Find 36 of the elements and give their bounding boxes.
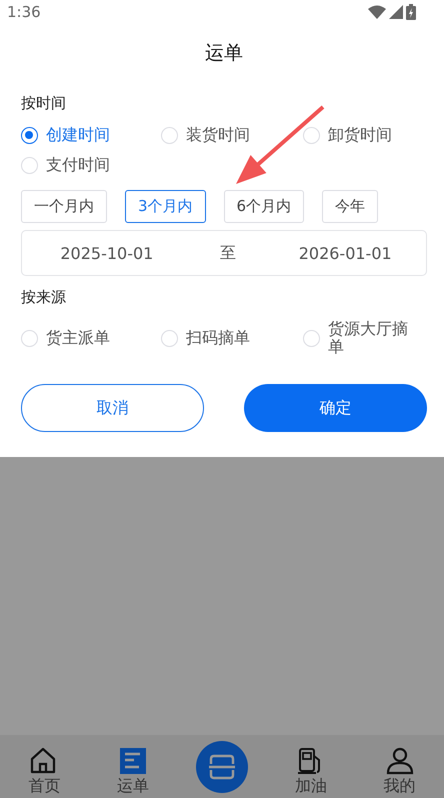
cancel-button[interactable]: 取消 xyxy=(21,384,204,432)
signal-icon xyxy=(389,5,403,19)
date-separator: 至 xyxy=(220,242,236,264)
section-label: 按时间 xyxy=(21,93,67,114)
radio-label[interactable]: 卸货时间 xyxy=(328,126,392,144)
radio-label[interactable]: 货源大厅摘单 xyxy=(328,320,413,356)
user-icon xyxy=(384,746,415,776)
range-chip[interactable]: 6个月内 xyxy=(224,190,304,223)
section-label: 按来源 xyxy=(21,287,67,308)
wifi-icon xyxy=(368,5,386,19)
radio-label[interactable]: 货主派单 xyxy=(46,329,110,347)
tab-label: 运单 xyxy=(117,776,150,796)
radio-label[interactable]: 扫码摘单 xyxy=(186,329,250,347)
tab-item[interactable]: 首页 xyxy=(28,735,60,798)
range-chip[interactable]: 3个月内 xyxy=(125,190,206,223)
range-chip[interactable]: 一个月内 xyxy=(21,190,107,223)
confirm-button[interactable]: 确定 xyxy=(244,384,427,432)
battery-icon xyxy=(406,4,416,20)
scan-icon xyxy=(208,753,236,781)
radio-button[interactable] xyxy=(21,126,38,144)
tab-item[interactable]: 运单 xyxy=(117,735,150,798)
tab-label: 加油 xyxy=(294,776,327,796)
document-icon xyxy=(118,746,148,776)
sheet-title: 运单 xyxy=(204,41,244,66)
date-range-field[interactable]: 2025-10-01 至 2026-01-01 xyxy=(21,230,427,276)
range-chip[interactable]: 今年 xyxy=(322,190,378,223)
tab-item[interactable]: 加油 xyxy=(294,735,327,798)
start-date: 2025-10-01 xyxy=(60,244,154,262)
tab-label: 首页 xyxy=(28,776,60,796)
tab-label: 我的 xyxy=(384,776,416,796)
radio-label[interactable]: 支付时间 xyxy=(46,156,110,174)
radio-label[interactable]: 创建时间 xyxy=(46,126,110,144)
tab-item[interactable]: 我的 xyxy=(384,735,416,798)
status-time: 1:36 xyxy=(7,3,41,21)
end-date: 2026-01-01 xyxy=(298,244,392,262)
radio-label[interactable]: 装货时间 xyxy=(186,126,250,144)
